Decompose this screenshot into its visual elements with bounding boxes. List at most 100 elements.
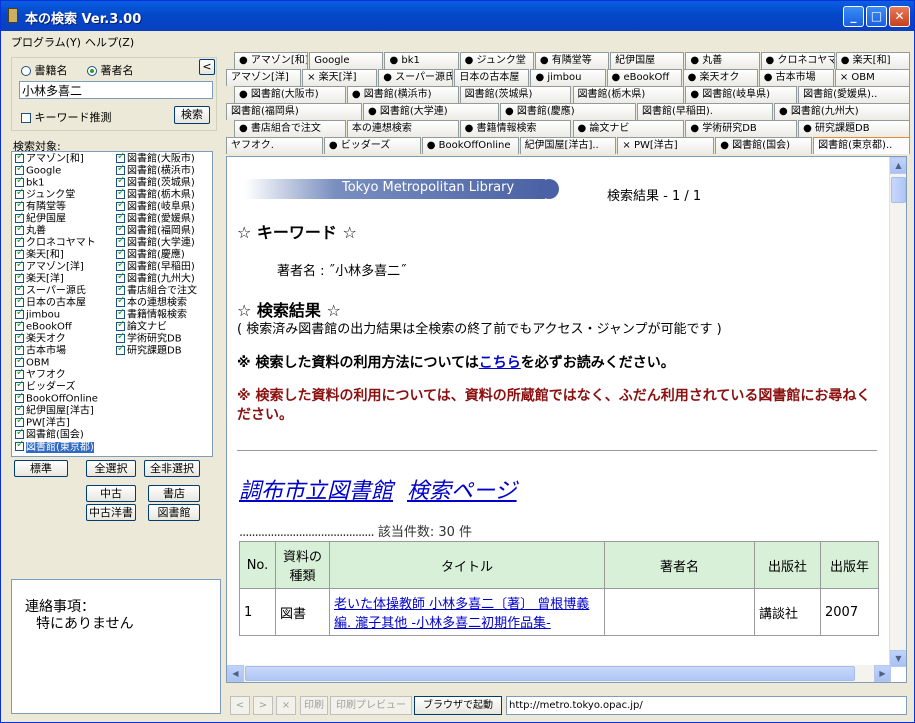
tab-row2-4[interactable]: ● jimbou [530,69,606,86]
source-item[interactable]: アマゾン[洋] [15,260,84,273]
source-item[interactable]: ビッダーズ [15,380,76,393]
tab-row2-0[interactable]: アマゾン[洋] [226,69,302,86]
tab-row3-0[interactable]: ● 図書館(大阪市) [234,86,346,103]
tab-row1-1[interactable]: Google [309,52,384,69]
close-button[interactable]: ✕ [889,6,910,27]
tab-row1-4[interactable]: ● 有隣堂等 [534,52,610,69]
tab-row5-0[interactable]: ● 書店組合で注文 [234,120,346,137]
tab-row3-2[interactable]: 図書館(茨城県) [459,86,572,103]
source-item[interactable]: アマゾン[和] [15,152,84,165]
scroll-left-icon[interactable]: ◀ [227,665,244,682]
collapse-button[interactable]: < [199,59,215,75]
source-item[interactable]: 図書館(大阪市) [116,152,195,165]
source-item[interactable]: 図書館(愛媛県) [116,212,195,225]
tab-row1-6[interactable]: ● 丸善 [685,52,760,69]
menu-help[interactable]: ヘルプ(Z) [85,34,134,50]
tab-row5-4[interactable]: ● 学術研究DB [685,120,798,137]
print-preview-button[interactable]: 印刷プレビュー [330,696,412,715]
scroll-right-icon[interactable]: ▶ [874,665,891,682]
tab-row5-2[interactable]: ● 書籍情報検索 [459,120,572,137]
forward-button[interactable]: > [253,696,273,715]
source-item[interactable]: クロネコヤマト [15,236,96,249]
url-field[interactable] [506,696,907,715]
print-button[interactable]: 印刷 [300,696,328,715]
tab-row2-5[interactable]: ● eBookOff [606,69,682,86]
scroll-thumb-h[interactable] [245,666,855,681]
tab-row3-4[interactable]: ● 図書館(岐阜県) [685,86,798,103]
tab-row3-1[interactable]: ● 図書館(横浜市) [346,86,459,103]
source-item[interactable]: 日本の古本屋 [15,296,86,309]
open-browser-button[interactable]: ブラウザで起動 [414,696,502,715]
radio-title[interactable]: 書籍名 [21,62,68,78]
used-foreign-button[interactable]: 中古洋書 [86,504,136,521]
source-item[interactable]: 図書館(大学連) [116,236,195,249]
source-item[interactable]: 紀伊国屋[洋古] [15,404,94,417]
source-item[interactable]: スーパー源氏 [15,284,86,297]
scroll-up-icon[interactable]: ▲ [890,157,906,174]
source-item[interactable]: 図書館(栃木県) [116,188,195,201]
bookstore-button[interactable]: 書店 [148,485,200,502]
source-item[interactable]: BookOffOnline [15,392,98,405]
tab-row2-7[interactable]: ● 古本市場 [758,69,834,86]
tab-row2-2[interactable]: ● スーパー源氏 [378,69,454,86]
tab-row5-5[interactable]: ● 研究課題DB [798,120,910,137]
search-input[interactable] [19,81,213,99]
select-all-button[interactable]: 全選択 [86,460,136,477]
source-item[interactable]: 図書館(茨城県) [116,176,195,189]
tab-row5-3[interactable]: ● 論文ナビ [572,120,685,137]
source-item[interactable]: 図書館(慶應) [116,248,185,261]
stop-button[interactable]: × [276,696,296,715]
menu-program[interactable]: プログラム(Y) [11,34,81,50]
tab-row6-5[interactable]: ● 図書館(国会) [715,137,813,154]
deselect-all-button[interactable]: 全非選択 [144,460,200,477]
used-button[interactable]: 中古 [86,485,136,502]
library-link[interactable]: 調布市立図書館 [239,479,393,504]
tab-row6-2[interactable]: ● BookOffOnline [421,137,519,154]
source-item[interactable]: 書店組合で注文 [116,284,197,297]
maximize-button[interactable]: □ [866,6,887,27]
tab-row2-6[interactable]: ● 楽天オク [682,69,758,86]
horizontal-scrollbar[interactable]: ◀ ▶ [227,665,891,682]
tab-row2-3[interactable]: 日本の古本屋 [454,69,530,86]
back-button[interactable]: < [230,696,250,715]
tab-row6-6[interactable]: 図書館(東京都).. [813,137,910,154]
tab-row1-7[interactable]: ● クロネコヤマト [760,52,835,69]
scroll-down-icon[interactable]: ▼ [890,650,906,667]
tab-row6-4[interactable]: × PW[洋古] [617,137,715,154]
source-item[interactable]: 本の連想検索 [116,296,187,309]
source-item[interactable]: 図書館(早稲田) [116,260,195,273]
source-item[interactable]: 学術研究DB [116,332,182,345]
source-item[interactable]: 図書館(国会) [15,428,84,441]
minimize-button[interactable]: _ [843,6,864,27]
source-item[interactable]: 研究課題DB [116,344,182,357]
tab-row6-1[interactable]: ● ビッダーズ [323,137,421,154]
tab-row1-0[interactable]: ● アマゾン[和] [234,52,309,69]
tab-row3-3[interactable]: 図書館(栃木県) [572,86,685,103]
tab-row4-4[interactable]: ● 図書館(九州大) [774,103,910,120]
tab-row1-8[interactable]: ● 楽天[和] [835,52,910,69]
tab-row6-3[interactable]: 紀伊国屋[洋古].. [519,137,617,154]
tab-row4-3[interactable]: 図書館(早稲田). [637,103,773,120]
usage-link[interactable]: こちら [479,355,521,371]
source-item[interactable]: ジュンク堂 [15,188,75,201]
source-item[interactable]: 書籍情報検索 [116,308,187,321]
source-item[interactable]: 図書館(岐阜県) [116,200,195,213]
source-item[interactable]: 図書館(横浜市) [116,164,195,177]
tab-row2-1[interactable]: × 楽天[洋] [302,69,378,86]
tab-row4-2[interactable]: ● 図書館(慶應) [500,103,636,120]
keyword-guess-checkbox[interactable]: キーワード推測 [21,109,112,125]
vertical-scrollbar[interactable]: ▲ ▼ [889,157,906,667]
library-button[interactable]: 図書館 [148,504,200,521]
tab-row5-1[interactable]: 本の連想検索 [346,120,459,137]
search-button[interactable]: 検索 [174,106,210,124]
tab-row6-0[interactable]: ヤフオク. [226,137,323,154]
title-link[interactable]: 老いた体操教師 小林多喜二〔著〕 曾根博義編. 瀧子其他 -小林多喜二初期作品集… [334,597,589,631]
tab-row4-0[interactable]: 図書館(福岡県) [226,103,362,120]
tab-row1-5[interactable]: 紀伊国屋 [610,52,685,69]
source-item[interactable]: 図書館(福岡県) [116,224,195,237]
tab-row1-2[interactable]: ● bk1 [384,52,459,69]
scroll-thumb-v[interactable] [891,177,906,203]
radio-author[interactable]: 著者名 [87,62,134,78]
tab-row3-5[interactable]: 図書館(愛媛県).. [798,86,910,103]
standard-button[interactable]: 標準 [14,460,68,477]
